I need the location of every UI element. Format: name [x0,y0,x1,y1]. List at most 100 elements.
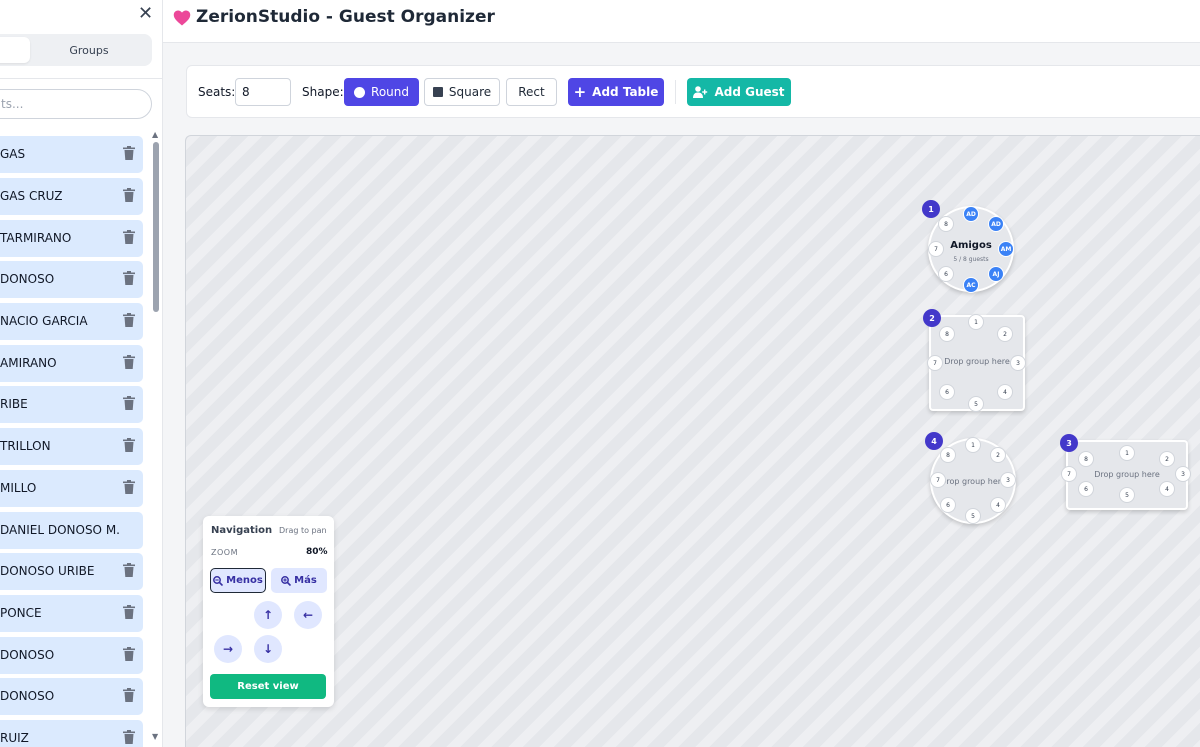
seat-empty[interactable]: 1 [965,437,981,453]
seat-empty[interactable]: 3 [1000,472,1016,488]
seating-canvas[interactable]: Amigos 5 / 8 guests 1 AD AD AM AJ AC 6 7… [185,135,1200,747]
zoom-out-label: Menos [226,575,263,586]
seat-empty[interactable]: 5 [968,396,984,412]
seat-occupied[interactable]: AD [963,206,979,222]
scroll-up-icon[interactable]: ▲ [152,130,158,139]
list-item-label: PONCE [0,606,42,620]
trash-icon[interactable] [123,355,135,369]
seat-empty[interactable]: 8 [940,447,956,463]
scrollbar-thumb[interactable] [153,142,159,312]
shape-rect-label: Rect [518,85,545,99]
seat-empty[interactable]: 8 [1078,451,1094,467]
seat-empty[interactable]: 2 [997,326,1013,342]
list-item[interactable]: RUIZ [0,720,143,747]
list-item[interactable]: GAS CRUZ [0,178,143,215]
seat-empty[interactable]: 6 [938,266,954,282]
shape-square-button[interactable]: Square [424,78,500,106]
zoom-value: 80% [306,547,328,557]
list-item[interactable]: NACIO GARCIA [0,303,143,340]
seat-empty[interactable]: 4 [997,384,1013,400]
list-item[interactable]: RIBE [0,386,143,423]
pan-right-button[interactable]: → [214,635,242,663]
seat-empty[interactable]: 2 [1159,451,1175,467]
list-item[interactable]: DANIEL DONOSO M... [0,512,143,549]
table-number-badge: 1 [922,200,940,218]
trash-icon[interactable] [123,480,135,494]
trash-icon[interactable] [123,230,135,244]
add-guest-button[interactable]: Add Guest [687,78,791,106]
list-item[interactable]: AMIRANO [0,345,143,382]
scroll-down-icon[interactable]: ▼ [152,732,158,741]
seat-empty[interactable]: 1 [1119,445,1135,461]
pan-down-button[interactable]: ↓ [254,635,282,663]
shape-rect-button[interactable]: Rect [506,78,557,106]
trash-icon[interactable] [123,188,135,202]
trash-icon[interactable] [123,688,135,702]
add-guest-label: Add Guest [714,85,785,99]
zoom-in-label: Más [294,575,317,586]
zoom-in-button[interactable]: Más [271,568,327,593]
list-item[interactable]: DONOSO [0,637,143,674]
seat-empty[interactable]: 5 [1119,487,1135,503]
list-item[interactable]: PONCE [0,595,143,632]
seat-occupied[interactable]: AM [998,241,1014,257]
seat-occupied[interactable]: AC [963,277,979,293]
search-input[interactable]: ts... [0,89,152,119]
add-table-button[interactable]: + Add Table [568,78,664,106]
list-item[interactable]: DONOSO [0,261,143,298]
toolbar: Seats: 8 Shape: Round Square Rect + Add … [186,65,1200,118]
toolbar-divider [675,80,676,104]
trash-icon[interactable] [123,438,135,452]
list-item[interactable]: TRILLON [0,428,143,465]
pan-left-button[interactable]: ← [294,601,322,629]
seat-empty[interactable]: 2 [990,447,1006,463]
list-item[interactable]: TARMIRANO [0,220,143,257]
list-item-label: GAS CRUZ [0,189,63,203]
list-item[interactable]: GAS [0,136,143,173]
list-item[interactable]: MILLO [0,470,143,507]
trash-icon[interactable] [123,730,135,744]
trash-icon[interactable] [123,146,135,160]
seat-empty[interactable]: 8 [938,216,954,232]
list-item-label: TARMIRANO [0,231,72,245]
seat-empty[interactable]: 4 [990,497,1006,513]
seat-empty[interactable]: 5 [965,508,981,524]
list-item-label: DONOSO [0,689,55,703]
shape-round-button[interactable]: Round [344,78,419,106]
trash-icon[interactable] [123,563,135,577]
zoom-out-button[interactable]: Menos [210,568,266,593]
pan-up-button[interactable]: ↑ [254,601,282,629]
seat-empty[interactable]: 6 [1078,481,1094,497]
list-item-label: TRILLON [0,439,51,453]
seat-empty[interactable]: 6 [940,497,956,513]
trash-icon[interactable] [123,313,135,327]
seat-empty[interactable]: 3 [1175,466,1191,482]
seat-empty[interactable]: 6 [939,384,955,400]
trash-icon[interactable] [123,396,135,410]
list-item[interactable]: DONOSO [0,678,143,715]
tab-guests[interactable] [0,37,30,63]
seat-empty[interactable]: 7 [927,355,943,371]
arrow-left-icon: ← [302,608,314,622]
seat-empty[interactable]: 7 [928,241,944,257]
seat-empty[interactable]: 7 [1061,466,1077,482]
seat-empty[interactable]: 8 [939,326,955,342]
zoom-label: ZOOM [211,548,238,557]
scrollbar[interactable]: ▲ ▼ [151,128,161,747]
tab-groups[interactable]: Groups [30,37,148,63]
seat-empty[interactable]: 4 [1159,481,1175,497]
list-item[interactable]: DONOSO URIBE [0,553,143,590]
list-item-label: RIBE [0,397,28,411]
seats-input[interactable]: 8 [235,78,291,106]
trash-icon[interactable] [123,647,135,661]
app-header: ZerionStudio - Guest Organizer [163,0,1200,43]
seat-empty[interactable]: 1 [968,314,984,330]
seat-empty[interactable]: 7 [930,472,946,488]
trash-icon[interactable] [123,605,135,619]
reset-view-button[interactable]: Reset view [210,674,326,699]
seat-occupied[interactable]: AD [988,216,1004,232]
seat-occupied[interactable]: AJ [988,266,1004,282]
close-icon[interactable]: ✕ [138,3,153,25]
seat-empty[interactable]: 3 [1010,355,1026,371]
trash-icon[interactable] [123,271,135,285]
